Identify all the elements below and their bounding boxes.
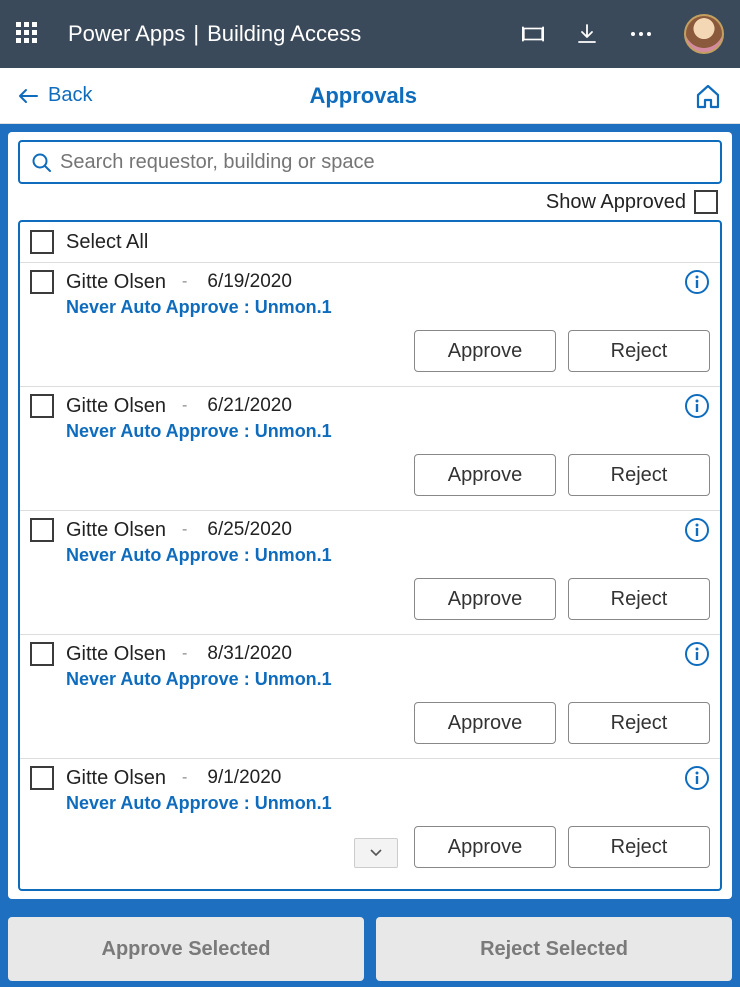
request-checkbox[interactable] xyxy=(30,270,54,294)
waffle-icon[interactable] xyxy=(16,22,40,46)
request-date: 9/1/2020 xyxy=(207,767,281,789)
request-sub: Never Auto Approve : Unmon.1 xyxy=(66,669,710,690)
request-name: Gitte Olsen xyxy=(66,519,166,542)
request-checkbox[interactable] xyxy=(30,642,54,666)
request-name: Gitte Olsen xyxy=(66,767,166,790)
page-title: Approvals xyxy=(32,83,694,109)
request-card: Gitte Olsen - 9/1/2020 Never Auto Approv… xyxy=(20,758,720,882)
info-icon[interactable] xyxy=(684,641,710,667)
info-icon[interactable] xyxy=(684,269,710,295)
search-box[interactable] xyxy=(18,140,722,184)
more-icon[interactable] xyxy=(630,23,652,45)
request-sub: Never Auto Approve : Unmon.1 xyxy=(66,545,710,566)
request-checkbox[interactable] xyxy=(30,394,54,418)
info-icon[interactable] xyxy=(684,517,710,543)
header-title: Power Apps|Building Access xyxy=(68,21,522,47)
download-icon[interactable] xyxy=(576,23,598,45)
approve-button[interactable]: Approve xyxy=(414,578,556,620)
sub-header: Back Approvals xyxy=(0,68,740,124)
home-icon[interactable] xyxy=(694,82,722,110)
info-icon[interactable] xyxy=(684,765,710,791)
request-card: Gitte Olsen - 6/19/2020 Never Auto Appro… xyxy=(20,262,720,386)
content-area: Show Approved Select All Gitte Olsen - 6… xyxy=(0,124,740,987)
request-name: Gitte Olsen xyxy=(66,643,166,666)
approve-button[interactable]: Approve xyxy=(414,330,556,372)
show-approved-row: Show Approved xyxy=(18,184,722,220)
select-all-row: Select All xyxy=(20,222,720,262)
show-approved-label: Show Approved xyxy=(546,191,686,214)
reject-button[interactable]: Reject xyxy=(568,702,710,744)
request-checkbox[interactable] xyxy=(30,518,54,542)
request-sub: Never Auto Approve : Unmon.1 xyxy=(66,421,710,442)
show-approved-checkbox[interactable] xyxy=(694,190,718,214)
reject-button[interactable]: Reject xyxy=(568,826,710,868)
reject-button[interactable]: Reject xyxy=(568,454,710,496)
fit-to-screen-icon[interactable] xyxy=(522,23,544,45)
search-icon xyxy=(30,151,52,173)
avatar[interactable] xyxy=(684,14,724,54)
footer-bar: Approve Selected Reject Selected xyxy=(8,917,732,981)
requests-list: Select All Gitte Olsen - 6/19/2020 Never… xyxy=(18,220,722,891)
select-all-label: Select All xyxy=(66,231,148,254)
search-input[interactable] xyxy=(52,151,710,174)
request-date: 6/19/2020 xyxy=(207,271,292,293)
chevron-down-icon[interactable] xyxy=(354,838,398,868)
request-card: Gitte Olsen - 8/31/2020 Never Auto Appro… xyxy=(20,634,720,758)
request-name: Gitte Olsen xyxy=(66,395,166,418)
info-icon[interactable] xyxy=(684,393,710,419)
approve-button[interactable]: Approve xyxy=(414,702,556,744)
reject-button[interactable]: Reject xyxy=(568,578,710,620)
request-name: Gitte Olsen xyxy=(66,271,166,294)
request-card: Gitte Olsen - 6/25/2020 Never Auto Appro… xyxy=(20,510,720,634)
reject-button[interactable]: Reject xyxy=(568,330,710,372)
app-header: Power Apps|Building Access xyxy=(0,0,740,68)
request-date: 6/21/2020 xyxy=(207,395,292,417)
approve-button[interactable]: Approve xyxy=(414,454,556,496)
request-date: 6/25/2020 xyxy=(207,519,292,541)
reject-selected-button[interactable]: Reject Selected xyxy=(376,917,732,981)
request-date: 8/31/2020 xyxy=(207,643,292,665)
request-checkbox[interactable] xyxy=(30,766,54,790)
request-sub: Never Auto Approve : Unmon.1 xyxy=(66,297,710,318)
request-card: Gitte Olsen - 6/21/2020 Never Auto Appro… xyxy=(20,386,720,510)
select-all-checkbox[interactable] xyxy=(30,230,54,254)
approve-selected-button[interactable]: Approve Selected xyxy=(8,917,364,981)
scroll-area[interactable]: Gitte Olsen - 6/19/2020 Never Auto Appro… xyxy=(20,262,720,889)
approve-button[interactable]: Approve xyxy=(414,826,556,868)
request-sub: Never Auto Approve : Unmon.1 xyxy=(66,793,710,814)
